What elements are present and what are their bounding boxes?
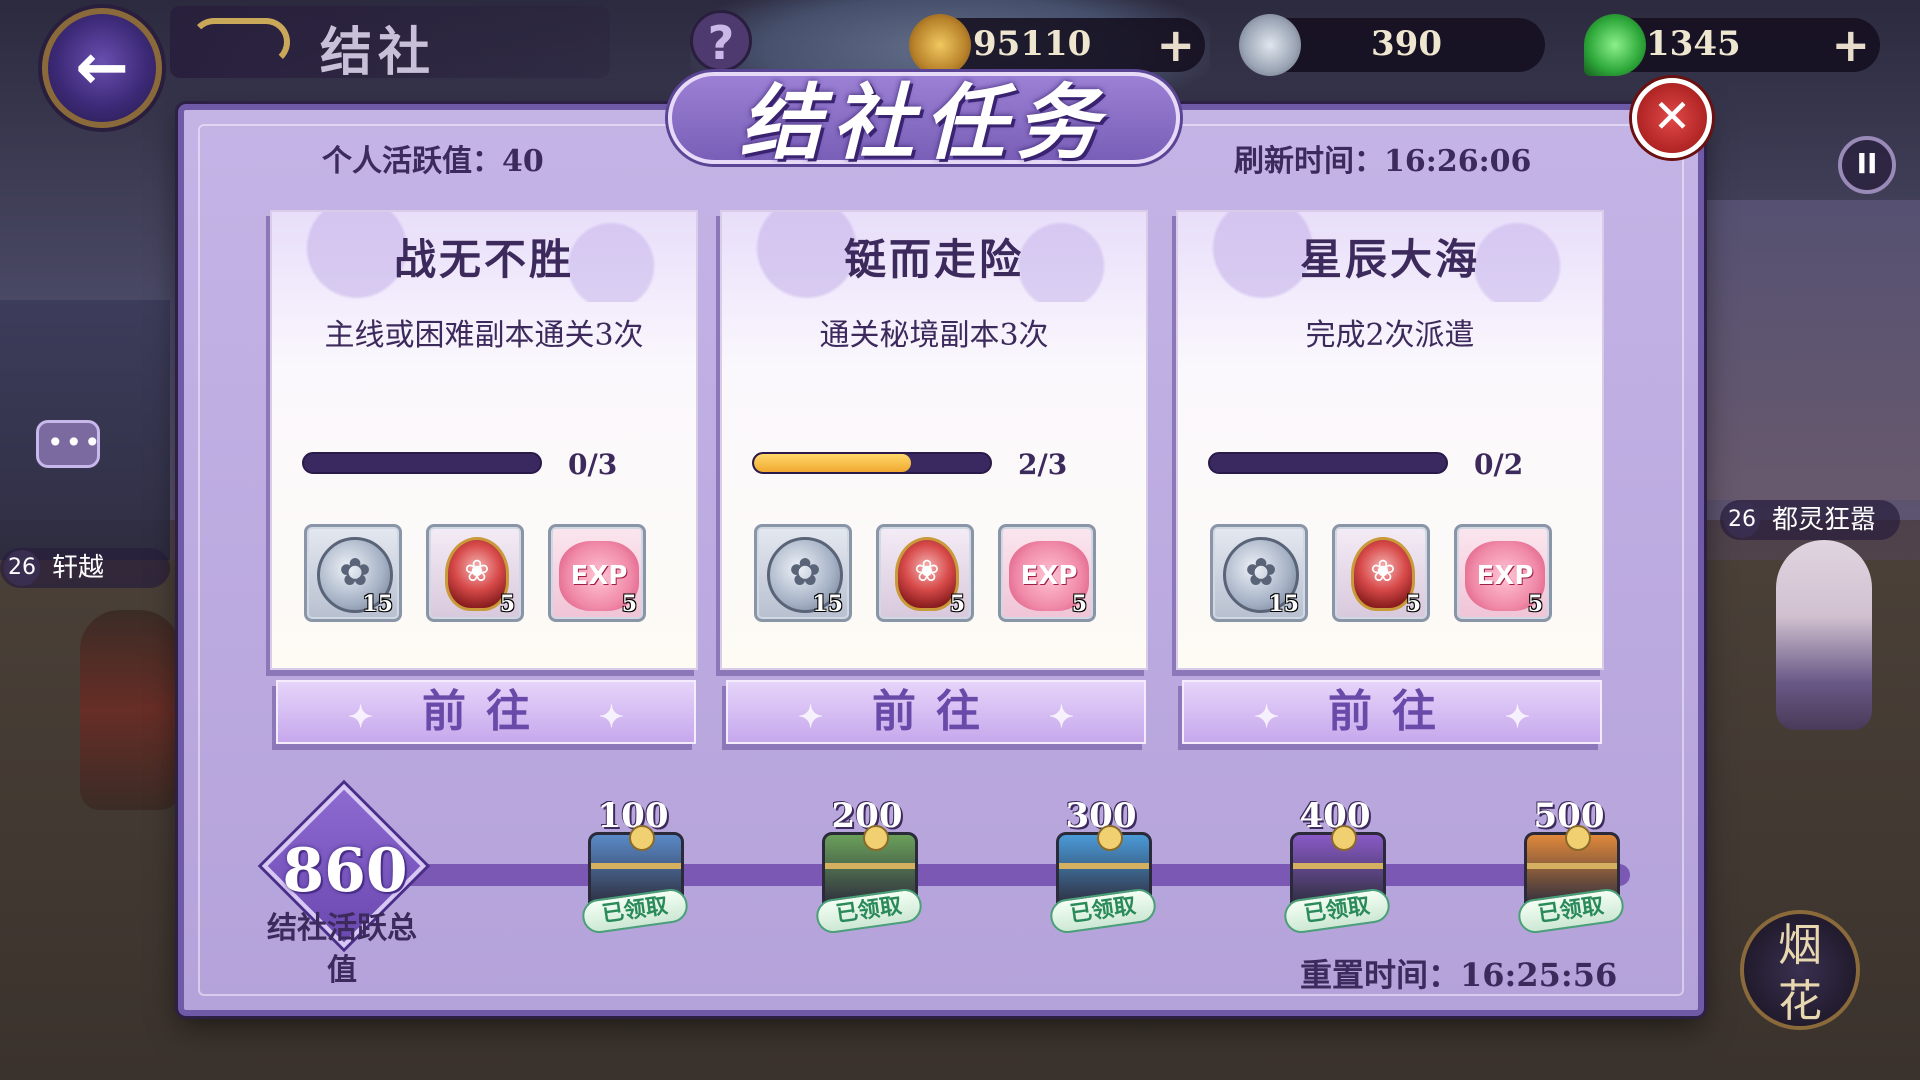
task-description: 通关秘境副本3次: [819, 318, 1049, 353]
task-name: 铤而走险: [843, 235, 1024, 284]
reward-amulet[interactable]: 5: [426, 524, 524, 622]
reward-exp[interactable]: 5: [1454, 524, 1552, 622]
reward-count: 5: [499, 591, 515, 617]
milestone-chest[interactable]: 100 已领取: [568, 796, 698, 946]
task-progress-fill: [754, 454, 912, 472]
milestone-chest[interactable]: 400 已领取: [1270, 796, 1400, 946]
task-description: 完成2次派遣: [1305, 318, 1475, 353]
add-jade-button[interactable]: +: [1831, 22, 1870, 68]
milestone-chest[interactable]: 300 已领取: [1036, 796, 1166, 946]
back-button[interactable]: ←: [42, 8, 162, 128]
reward-count: 5: [1527, 591, 1543, 617]
reward-count: 5: [1071, 591, 1087, 617]
reward-count: 5: [1405, 591, 1421, 617]
milestone-chest[interactable]: 200 已领取: [802, 796, 932, 946]
milestone-chest[interactable]: 500 已领取: [1504, 796, 1634, 946]
reward-exp[interactable]: 5: [998, 524, 1096, 622]
player-tag-left[interactable]: 26 轩越: [0, 548, 170, 588]
jade-value: 1345: [1646, 24, 1741, 64]
task-progress-text: 2/3: [1018, 448, 1068, 481]
reward-count: 15: [812, 591, 843, 617]
reward-count: 5: [949, 591, 965, 617]
task-progress-bar: [302, 452, 542, 474]
chat-button[interactable]: •••: [36, 420, 103, 468]
jade-counter: 1345 +: [1584, 14, 1880, 76]
reward-amulet[interactable]: 5: [1332, 524, 1430, 622]
reward-silver-coin[interactable]: 15: [754, 524, 852, 622]
title-plate: 结社: [170, 6, 610, 83]
arrow-left-icon: ←: [75, 31, 129, 105]
go-button[interactable]: 前往: [726, 680, 1146, 748]
player-level: 26: [4, 550, 40, 586]
page-title: 结社: [320, 22, 437, 83]
task-rewards: 15 5 5: [1210, 524, 1590, 624]
task-rewards: 15 5 5: [754, 524, 1134, 624]
reset-time: 重置时间：16:25:56: [1300, 956, 1618, 994]
task-card-paper: 铤而走险 通关秘境副本3次 2/3 15 5 5: [720, 210, 1148, 670]
task-card-paper: 星辰大海 完成2次派遣 0/2 15 5 5: [1176, 210, 1604, 670]
firework-button[interactable]: 烟花: [1740, 910, 1860, 1030]
reward-silver-coin[interactable]: 15: [304, 524, 402, 622]
go-button[interactable]: 前往: [276, 680, 696, 748]
reward-count: 15: [1268, 591, 1299, 617]
jade-magatama-icon: [1584, 14, 1646, 76]
task-card: 战无不胜 主线或困难副本通关3次 0/3 15 5 5 前往: [270, 210, 698, 748]
pause-button[interactable]: II: [1838, 136, 1896, 194]
silver-coin-value: 390: [1371, 24, 1442, 64]
silver-coin-counter: 390: [1239, 14, 1545, 76]
refresh-time: 刷新时间：16:26:06: [1234, 144, 1532, 179]
task-name: 星辰大海: [1299, 235, 1480, 284]
chat-icon: •••: [47, 426, 103, 459]
firework-label: 烟花: [1778, 920, 1822, 1027]
task-description: 主线或困难副本通关3次: [324, 318, 644, 353]
close-icon: ✕: [1652, 89, 1692, 143]
building-right: [1700, 200, 1920, 500]
silver-coin-icon: [1239, 14, 1301, 76]
task-progress-bar: [752, 452, 992, 474]
player-level: 26: [1724, 502, 1760, 538]
player-name: 都灵狂嚣: [1772, 505, 1877, 535]
task-name: 战无不胜: [393, 235, 574, 284]
activity-track: [340, 864, 1630, 886]
reward-count: 5: [621, 591, 637, 617]
task-rewards: 15 5 5: [304, 524, 684, 624]
personal-activity: 个人活跃值：40: [322, 144, 544, 179]
player-tag-right[interactable]: 26 都灵狂嚣: [1720, 500, 1900, 540]
task-card: 星辰大海 完成2次派遣 0/2 15 5 5 前往: [1176, 210, 1604, 748]
reward-exp[interactable]: 5: [548, 524, 646, 622]
character-left[interactable]: [80, 610, 180, 810]
task-progress-text: 0/2: [1474, 448, 1524, 481]
task-progress-bar: [1208, 452, 1448, 474]
total-activity-value: 860: [282, 836, 408, 906]
go-button[interactable]: 前往: [1182, 680, 1602, 748]
reward-silver-coin[interactable]: 15: [1210, 524, 1308, 622]
reward-amulet[interactable]: 5: [876, 524, 974, 622]
task-card-paper: 战无不胜 主线或困难副本通关3次 0/3 15 5 5: [270, 210, 698, 670]
task-progress-text: 0/3: [568, 448, 618, 481]
swirl-icon: [190, 18, 290, 66]
player-name: 轩越: [52, 553, 105, 583]
total-activity-label: 结社活跃总值: [267, 911, 417, 988]
close-button[interactable]: ✕: [1632, 78, 1712, 158]
panel-title: 结社任务: [740, 75, 1108, 171]
reward-count: 15: [362, 591, 393, 617]
character-right[interactable]: [1776, 540, 1872, 730]
task-card: 铤而走险 通关秘境副本3次 2/3 15 5 5 前往: [720, 210, 1148, 748]
